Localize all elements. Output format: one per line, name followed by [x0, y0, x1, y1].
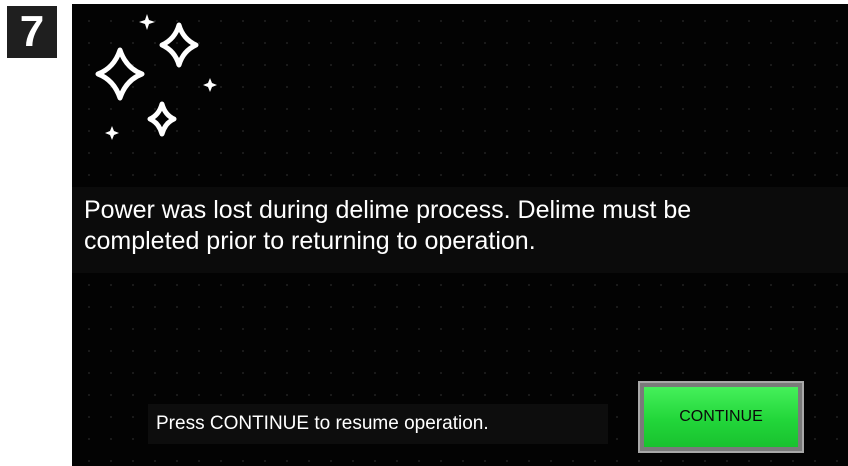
continue-button-label: CONTINUE — [644, 387, 798, 447]
continue-prompt-text: Press CONTINUE to resume operation. — [156, 413, 489, 434]
control-panel-screen: Power was lost during delime process. De… — [72, 4, 848, 466]
step-number-badge: 7 — [7, 6, 57, 58]
sparkles-icon — [95, 14, 217, 140]
power-loss-message: Power was lost during delime process. De… — [84, 196, 692, 255]
continue-button[interactable]: CONTINUE — [638, 381, 804, 453]
